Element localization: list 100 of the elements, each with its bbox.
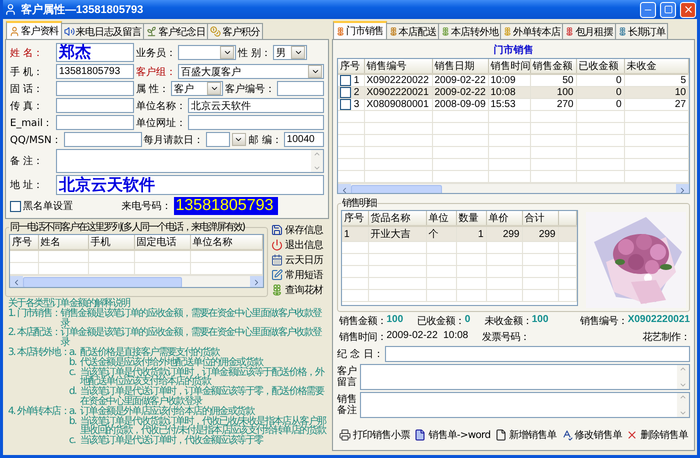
action-button[interactable]: 新增销售单 (494, 428, 556, 442)
side-action[interactable]: 查询花材 (271, 282, 329, 297)
postcode-field[interactable]: 10040 (284, 132, 324, 147)
column-header[interactable]: 序号 (338, 59, 364, 74)
scroll-down-icon[interactable] (679, 381, 687, 389)
address-field[interactable]: 北京云天软件 (56, 175, 324, 195)
column-header[interactable]: 销售金额 (530, 59, 576, 74)
horizontal-scrollbar[interactable] (10, 275, 263, 287)
column-header[interactable]: 序号 (10, 235, 38, 250)
minimize-button[interactable] (640, 2, 656, 18)
action-button[interactable]: 销售单->word (414, 428, 490, 442)
tab[interactable]: 客户纪念日 (143, 23, 208, 39)
column-header[interactable]: 固定电话 (134, 235, 190, 250)
tab[interactable]: 本店配送 (386, 23, 440, 39)
notes-field[interactable] (56, 149, 324, 173)
column-header[interactable]: 销售日期 (432, 59, 488, 74)
action-button[interactable]: 打印销售小票 (339, 428, 410, 442)
table-row[interactable]: 2 X0902220021 2009-02-22 10:08 100 0 10 (338, 86, 688, 99)
table-row[interactable]: 1 X0902220022 2009-02-22 10:09 50 0 5 (338, 74, 688, 87)
customer-number-field[interactable] (277, 81, 324, 96)
column-header[interactable]: 手机 (88, 235, 134, 250)
checkbox[interactable] (340, 75, 351, 86)
maximize-button[interactable] (660, 2, 676, 18)
column-header[interactable]: 未收金 (624, 59, 688, 74)
section-heading: 4. 外单转本店： (8, 406, 70, 419)
summary-value: 2009-02-22 10:08 (386, 330, 468, 343)
email-field[interactable] (56, 115, 134, 130)
column-header[interactable]: 销售编号 (364, 59, 432, 74)
dropdown-button[interactable] (308, 65, 322, 78)
website-field[interactable] (188, 115, 324, 130)
dropdown-button[interactable] (232, 133, 246, 146)
checkbox[interactable] (340, 87, 351, 98)
customer-group-dropdown[interactable]: 百盛大厦客户 (178, 64, 324, 79)
vertical-scrollbar[interactable] (311, 150, 323, 172)
dropdown-button[interactable] (207, 82, 222, 95)
tab[interactable]: 长期订单 (614, 23, 668, 39)
scroll-down-icon[interactable] (313, 164, 321, 172)
column-header[interactable]: 单价 (486, 211, 522, 226)
scroll-left-icon[interactable] (340, 186, 349, 193)
column-header[interactable]: 单位 (426, 211, 456, 226)
close-button[interactable] (680, 2, 696, 18)
table-row[interactable]: 1 开业大吉 个 1 299 299 (342, 226, 576, 242)
column-header[interactable]: 单位名称 (190, 235, 262, 250)
scroll-up-icon[interactable] (679, 365, 687, 373)
scroll-down-icon[interactable] (679, 409, 687, 417)
side-action[interactable]: 云天日历 (271, 252, 329, 267)
field-label: 单位名称： (136, 100, 186, 112)
gender-dropdown[interactable]: 男 (273, 45, 308, 60)
billing-day-field[interactable] (206, 132, 230, 147)
dropdown-button[interactable] (291, 46, 306, 59)
list-marker: b. (69, 416, 78, 429)
side-action[interactable]: 常用短语 (271, 267, 329, 282)
anniversary-field[interactable] (385, 346, 690, 362)
field-label: 属 性： (136, 82, 170, 96)
tab[interactable]: 来电日志及留言 (60, 23, 144, 39)
message-field[interactable] (360, 364, 690, 390)
column-header[interactable]: 数量 (456, 211, 486, 226)
scroll-left-icon[interactable] (12, 278, 21, 286)
tab[interactable]: 客户积分 (207, 23, 264, 39)
dropdown-button[interactable] (220, 46, 234, 59)
checkbox[interactable] (10, 200, 21, 212)
company-field[interactable]: 北京云天软件 (188, 98, 324, 113)
summary-value: 100 (386, 314, 404, 327)
mobile-field[interactable]: 13581805793 (56, 64, 134, 79)
column-header[interactable]: 货品名称 (368, 211, 426, 226)
scroll-up-icon[interactable] (313, 150, 321, 158)
vertical-scrollbar[interactable] (677, 365, 689, 389)
scroll-right-icon[interactable] (252, 278, 261, 286)
close-icon (682, 4, 694, 15)
table-row[interactable]: 3 X0809080001 2008-09-09 15:53 270 0 27 (338, 98, 688, 111)
notes-field[interactable] (360, 392, 690, 418)
scroll-right-icon[interactable] (678, 186, 687, 193)
tab[interactable]: 外单转本店 (500, 23, 564, 39)
scroll-up-icon[interactable] (679, 393, 687, 401)
field-label: 性 别： (238, 46, 272, 60)
explanation-text: 配送价格是直接客户需要支付的货款 (80, 348, 220, 358)
list-marker: c. (69, 368, 76, 380)
summary-value: X0902220021 (628, 314, 690, 327)
tab[interactable]: 本店转外地 (438, 23, 502, 39)
tab[interactable]: 门市销售 (333, 21, 387, 39)
section-title: 门市销售 (494, 45, 534, 56)
column-header[interactable]: 序号 (342, 211, 368, 226)
plant-icon (146, 26, 158, 37)
column-header[interactable]: 姓名 (38, 235, 88, 250)
new-file-icon (494, 429, 507, 441)
vertical-scrollbar[interactable] (677, 393, 689, 417)
action-button[interactable]: 删除销售单 (626, 428, 688, 442)
action-button[interactable]: 修改销售单 (560, 428, 622, 442)
horizontal-scrollbar[interactable] (338, 183, 689, 193)
checkbox[interactable] (340, 99, 351, 110)
side-action[interactable]: 保存信息 (271, 222, 329, 237)
attribute-dropdown[interactable]: 客户 (171, 81, 224, 96)
fax-field[interactable] (56, 98, 134, 113)
side-action[interactable]: 退出信息 (271, 237, 329, 252)
column-header[interactable]: 合计 (522, 211, 558, 226)
landline-field[interactable] (56, 81, 134, 96)
column-header[interactable]: 已收金额 (576, 59, 624, 74)
tab[interactable]: 包月租摆 (562, 23, 616, 39)
qq-msn-field[interactable] (64, 132, 142, 147)
tab[interactable]: 客户资料 (6, 21, 62, 39)
